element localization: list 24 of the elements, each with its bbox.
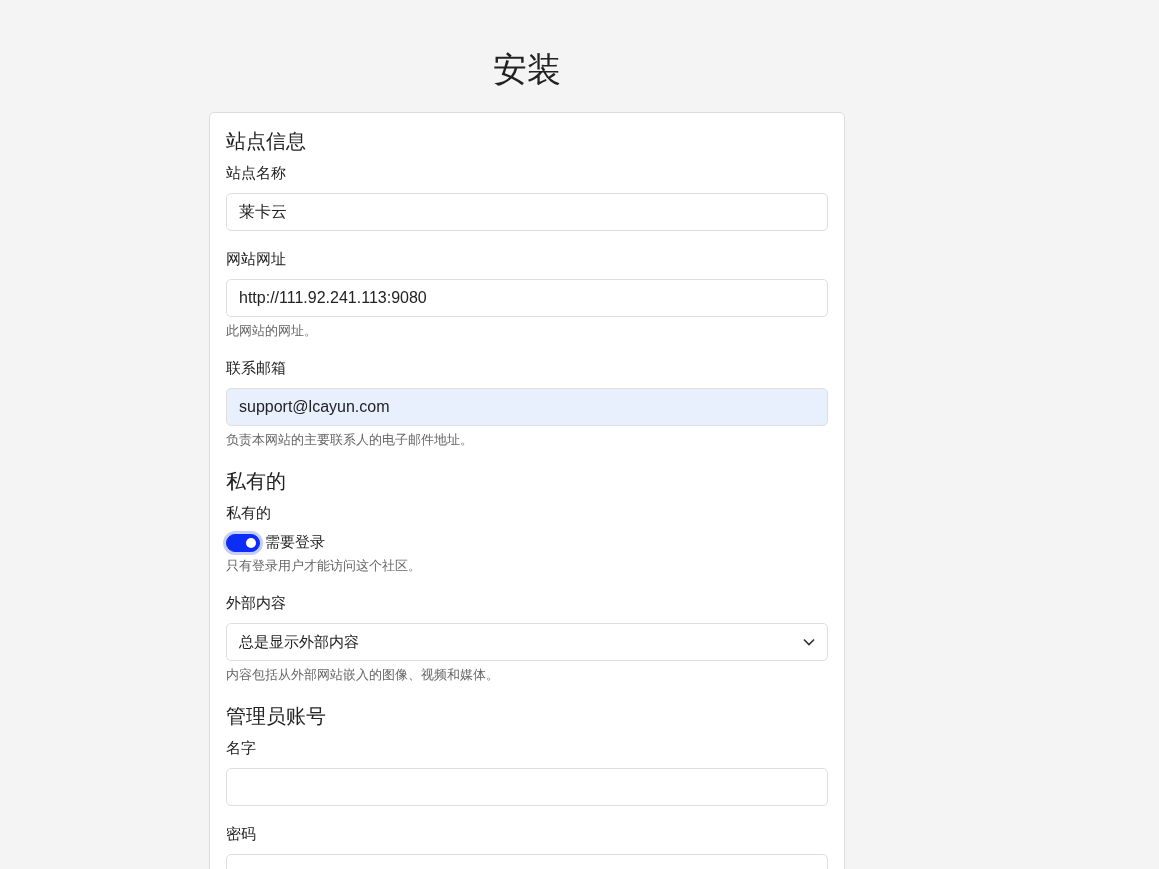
dropdown[interactable]: 总是显示外部内容 — [226, 623, 828, 661]
text-field[interactable]: support@lcayun.com — [226, 388, 828, 426]
section-heading: 私有的 — [226, 469, 286, 494]
page-title: 安装 — [493, 49, 561, 90]
chevron-down-icon — [803, 638, 815, 646]
field-label: 外部内容 — [226, 593, 286, 613]
dropdown-value: 总是显示外部内容 — [239, 632, 359, 652]
section-heading: 站点信息 — [226, 129, 306, 154]
help-text: 只有登录用户才能访问这个社区。 — [226, 557, 421, 575]
field-label: 站点名称 — [226, 163, 286, 183]
field-label: 名字 — [226, 738, 256, 758]
field-label: 密码 — [226, 824, 256, 844]
field-label: 私有的 — [226, 503, 271, 523]
help-text: 内容包括从外部网站嵌入的图像、视频和媒体。 — [226, 666, 499, 684]
toggle-label: 需要登录 — [265, 533, 325, 552]
text-field[interactable]: 莱卡云 — [226, 193, 828, 231]
section-heading: 管理员账号 — [226, 704, 326, 729]
field-label: 网站网址 — [226, 249, 286, 269]
help-text: 负责本网站的主要联系人的电子邮件地址。 — [226, 431, 473, 449]
field-label: 联系邮箱 — [226, 358, 286, 378]
toggle-switch[interactable] — [226, 533, 260, 552]
help-text: 此网站的网址。 — [226, 322, 317, 340]
text-field[interactable]: http://111.92.241.113:9080 — [226, 279, 828, 317]
text-field[interactable] — [226, 768, 828, 806]
